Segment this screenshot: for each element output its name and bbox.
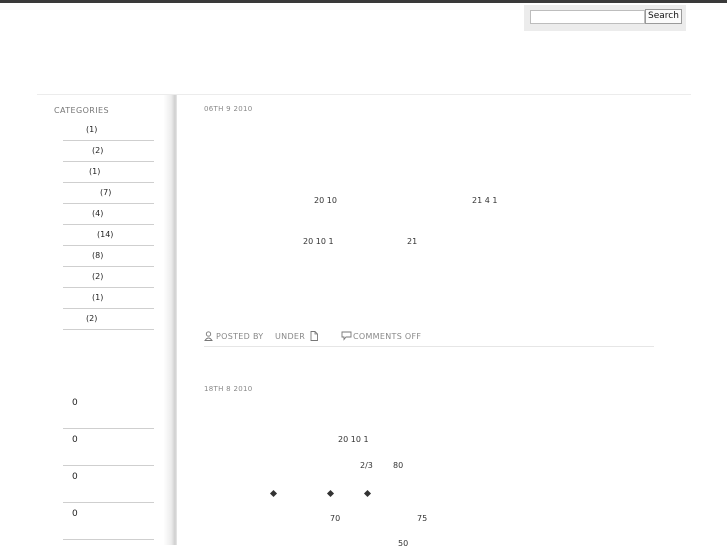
comment-icon bbox=[341, 331, 352, 341]
post-text: 75 bbox=[417, 514, 428, 523]
category-count: (2) bbox=[86, 314, 98, 323]
post-text: 20 10 1 bbox=[303, 237, 334, 246]
category-item[interactable]: (1) bbox=[63, 288, 154, 309]
user-icon bbox=[204, 331, 213, 341]
posted-by-label: POSTED BY bbox=[216, 332, 264, 341]
categories-heading: CATEGORIES bbox=[54, 106, 109, 115]
under-label: UNDER bbox=[275, 332, 306, 341]
category-item[interactable]: (4) bbox=[63, 204, 154, 225]
category-count: (1) bbox=[92, 293, 104, 302]
bullet-icon bbox=[326, 489, 335, 498]
post-text: 70 bbox=[330, 514, 341, 523]
list-item[interactable]: 0 bbox=[63, 466, 154, 503]
comment-count: 0 bbox=[72, 435, 78, 445]
comment-count: 0 bbox=[72, 472, 78, 482]
category-list: (1) (2) (1) (7) (4) (14) (8) (2) (1) (2) bbox=[63, 120, 154, 330]
header-divider bbox=[37, 94, 691, 95]
post-date: 06TH 9 2010 bbox=[204, 105, 253, 113]
category-item[interactable]: (8) bbox=[63, 246, 154, 267]
category-count: (14) bbox=[97, 230, 114, 239]
search-button[interactable]: Search bbox=[645, 9, 682, 24]
comment-count: 0 bbox=[72, 509, 78, 519]
post-text: 21 bbox=[407, 237, 418, 246]
category-count: (8) bbox=[92, 251, 104, 260]
post-text: 2/3 bbox=[360, 461, 373, 470]
list-item[interactable]: 0 bbox=[63, 503, 154, 540]
recent-comments-list: 0 0 0 0 bbox=[63, 392, 154, 540]
post-meta: POSTED BY UNDER COMMENTS OFF bbox=[204, 331, 654, 347]
category-item[interactable]: (14) bbox=[63, 225, 154, 246]
comment-count: 0 bbox=[72, 398, 78, 408]
category-count: (1) bbox=[89, 167, 101, 176]
post-date: 18TH 8 2010 bbox=[204, 385, 253, 393]
bullet-icon bbox=[363, 489, 372, 498]
category-count: (1) bbox=[86, 125, 98, 134]
category-count: (7) bbox=[100, 188, 112, 197]
list-item[interactable]: 0 bbox=[63, 429, 154, 466]
list-item[interactable]: 0 bbox=[63, 392, 154, 429]
post-text: 21 4 1 bbox=[472, 196, 498, 205]
category-count: (2) bbox=[92, 146, 104, 155]
post-text: 20 10 1 bbox=[338, 435, 369, 444]
category-item[interactable]: (1) bbox=[63, 162, 154, 183]
category-item[interactable]: (2) bbox=[63, 267, 154, 288]
category-item[interactable]: (2) bbox=[63, 309, 154, 330]
top-bar bbox=[0, 0, 727, 3]
bullet-icon bbox=[269, 489, 278, 498]
sidebar-divider bbox=[164, 95, 177, 545]
category-item[interactable]: (7) bbox=[63, 183, 154, 204]
category-item[interactable]: (2) bbox=[63, 141, 154, 162]
category-count: (4) bbox=[92, 209, 104, 218]
search-input[interactable] bbox=[530, 10, 645, 24]
document-icon bbox=[310, 331, 318, 341]
comments-off-link[interactable]: COMMENTS OFF bbox=[353, 332, 421, 341]
post-text: 80 bbox=[393, 461, 404, 470]
post-text: 20 10 bbox=[314, 196, 337, 205]
search-form: Search bbox=[524, 5, 686, 31]
category-item[interactable]: (1) bbox=[63, 120, 154, 141]
post-text: 50 bbox=[398, 539, 409, 548]
category-count: (2) bbox=[92, 272, 104, 281]
